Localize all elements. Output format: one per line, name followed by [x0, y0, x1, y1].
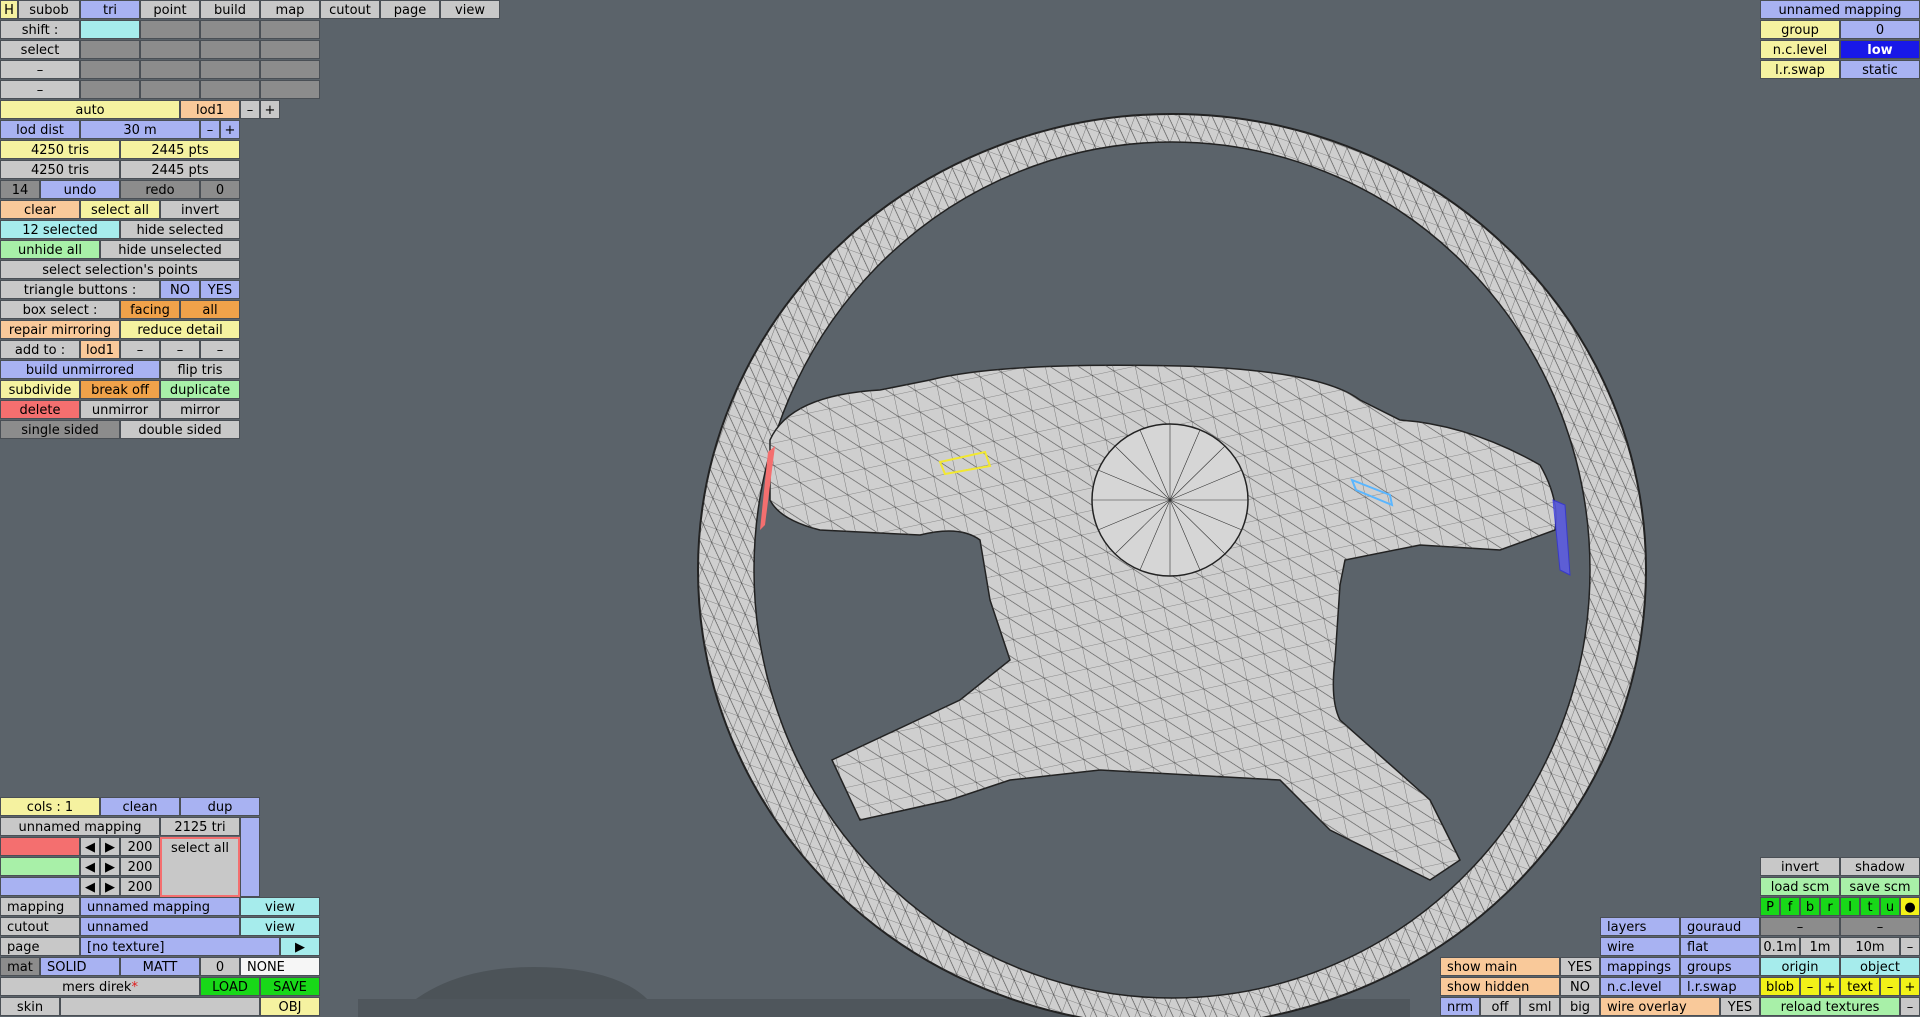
object-button[interactable]: object: [1840, 957, 1920, 976]
blob-button[interactable]: blob: [1760, 977, 1800, 996]
red-slider[interactable]: [0, 837, 80, 856]
blue-prev[interactable]: ◀: [80, 877, 100, 896]
shadow-button[interactable]: shadow: [1840, 857, 1920, 876]
page-arrow-button[interactable]: ▶: [280, 937, 320, 956]
view-f-button[interactable]: f: [1780, 897, 1800, 916]
mapping-value[interactable]: unnamed mapping: [80, 897, 240, 916]
view-l-button[interactable]: l: [1840, 897, 1860, 916]
nc-level-label: n.c.level: [1760, 40, 1840, 59]
cutout-view-button[interactable]: view: [240, 917, 320, 936]
blue-slider[interactable]: [0, 877, 80, 896]
matt-button[interactable]: MATT: [120, 957, 200, 976]
red-prev[interactable]: ◀: [80, 837, 100, 856]
gouraud-button[interactable]: gouraud: [1680, 917, 1760, 936]
grid-10m-button[interactable]: 10m: [1840, 937, 1900, 956]
invert-view-button[interactable]: invert: [1760, 857, 1840, 876]
blue-value: 200: [120, 877, 160, 896]
text-minus[interactable]: –: [1880, 977, 1900, 996]
origin-button[interactable]: origin: [1760, 957, 1840, 976]
view-b-button[interactable]: b: [1800, 897, 1820, 916]
green-slider[interactable]: [0, 857, 80, 876]
sml-button[interactable]: sml: [1520, 997, 1560, 1016]
mat-label: mat: [0, 957, 40, 976]
slot-dash-1[interactable]: –: [1760, 917, 1840, 936]
save-scm-button[interactable]: save scm: [1840, 877, 1920, 896]
blob-plus[interactable]: +: [1820, 977, 1840, 996]
viewport-3d[interactable]: [0, 0, 1920, 1017]
lr-swap-value[interactable]: static: [1840, 60, 1920, 79]
group-label: group: [1760, 20, 1840, 39]
view-dot-button[interactable]: ●: [1900, 897, 1920, 916]
view-p-button[interactable]: P: [1760, 897, 1780, 916]
skin-label: skin: [0, 997, 60, 1016]
lr-swap-label: l.r.swap: [1760, 60, 1840, 79]
mapping-tri-count: 2125 tri: [160, 817, 240, 836]
nrm-button[interactable]: nrm: [1440, 997, 1480, 1016]
view-r-button[interactable]: r: [1820, 897, 1840, 916]
cutout-label: cutout: [0, 917, 80, 936]
show-main-toggle[interactable]: YES: [1560, 957, 1600, 976]
mapping-title[interactable]: unnamed mapping: [1760, 0, 1920, 19]
mapping-view-button[interactable]: view: [240, 897, 320, 916]
wire-overlay-label: wire overlay: [1600, 997, 1720, 1016]
save-button[interactable]: SAVE: [260, 977, 320, 996]
view-t-button[interactable]: t: [1860, 897, 1880, 916]
flat-button[interactable]: flat: [1680, 937, 1760, 956]
grid-minus-button[interactable]: –: [1900, 937, 1920, 956]
cols-label: cols : 1: [0, 797, 100, 816]
text-button[interactable]: text: [1840, 977, 1880, 996]
load-button[interactable]: LOAD: [200, 977, 260, 996]
layers-button[interactable]: layers: [1600, 917, 1680, 936]
file-name-text: mers direk: [62, 980, 132, 995]
load-scm-button[interactable]: load scm: [1760, 877, 1840, 896]
reload-minus[interactable]: –: [1900, 997, 1920, 1016]
text-plus[interactable]: +: [1900, 977, 1920, 996]
groups-button[interactable]: groups: [1680, 957, 1760, 976]
mappings-button[interactable]: mappings: [1600, 957, 1680, 976]
mapping-scrollbar[interactable]: [240, 817, 260, 897]
show-main-label: show main: [1440, 957, 1560, 976]
solid-button[interactable]: SOLID: [40, 957, 120, 976]
blue-next[interactable]: ▶: [100, 877, 120, 896]
unsaved-star: *: [131, 980, 138, 995]
lr-swap-button[interactable]: l.r.swap: [1680, 977, 1760, 996]
mapping-name: unnamed mapping: [0, 817, 160, 836]
off-button[interactable]: off: [1480, 997, 1520, 1016]
clean-button[interactable]: clean: [100, 797, 180, 816]
cutout-value[interactable]: unnamed: [80, 917, 240, 936]
skin-value[interactable]: [60, 997, 260, 1016]
page-value[interactable]: [no texture]: [80, 937, 280, 956]
nc-level-value[interactable]: low: [1840, 40, 1920, 59]
green-value: 200: [120, 857, 160, 876]
mapping-label: mapping: [0, 897, 80, 916]
blob-minus[interactable]: –: [1800, 977, 1820, 996]
red-value: 200: [120, 837, 160, 856]
mat-none[interactable]: NONE: [240, 957, 320, 976]
mat-number: 0: [200, 957, 240, 976]
big-button[interactable]: big: [1560, 997, 1600, 1016]
dup-button[interactable]: dup: [180, 797, 260, 816]
show-hidden-label: show hidden: [1440, 977, 1560, 996]
show-hidden-toggle[interactable]: NO: [1560, 977, 1600, 996]
page-label: page: [0, 937, 80, 956]
color-select-all[interactable]: select all: [160, 837, 240, 897]
group-value[interactable]: 0: [1840, 20, 1920, 39]
nc-level-button[interactable]: n.c.level: [1600, 977, 1680, 996]
green-prev[interactable]: ◀: [80, 857, 100, 876]
obj-button[interactable]: OBJ: [260, 997, 320, 1016]
wire-overlay-toggle[interactable]: YES: [1720, 997, 1760, 1016]
reload-textures-button[interactable]: reload textures: [1760, 997, 1900, 1016]
wire-button[interactable]: wire: [1600, 937, 1680, 956]
color-select-all-label: select all: [171, 841, 229, 856]
grid-01m-button[interactable]: 0.1m: [1760, 937, 1800, 956]
red-next[interactable]: ▶: [100, 837, 120, 856]
green-next[interactable]: ▶: [100, 857, 120, 876]
view-u-button[interactable]: u: [1880, 897, 1900, 916]
slot-dash-2[interactable]: –: [1840, 917, 1920, 936]
grid-1m-button[interactable]: 1m: [1800, 937, 1840, 956]
file-name: mers direk*: [0, 977, 200, 996]
